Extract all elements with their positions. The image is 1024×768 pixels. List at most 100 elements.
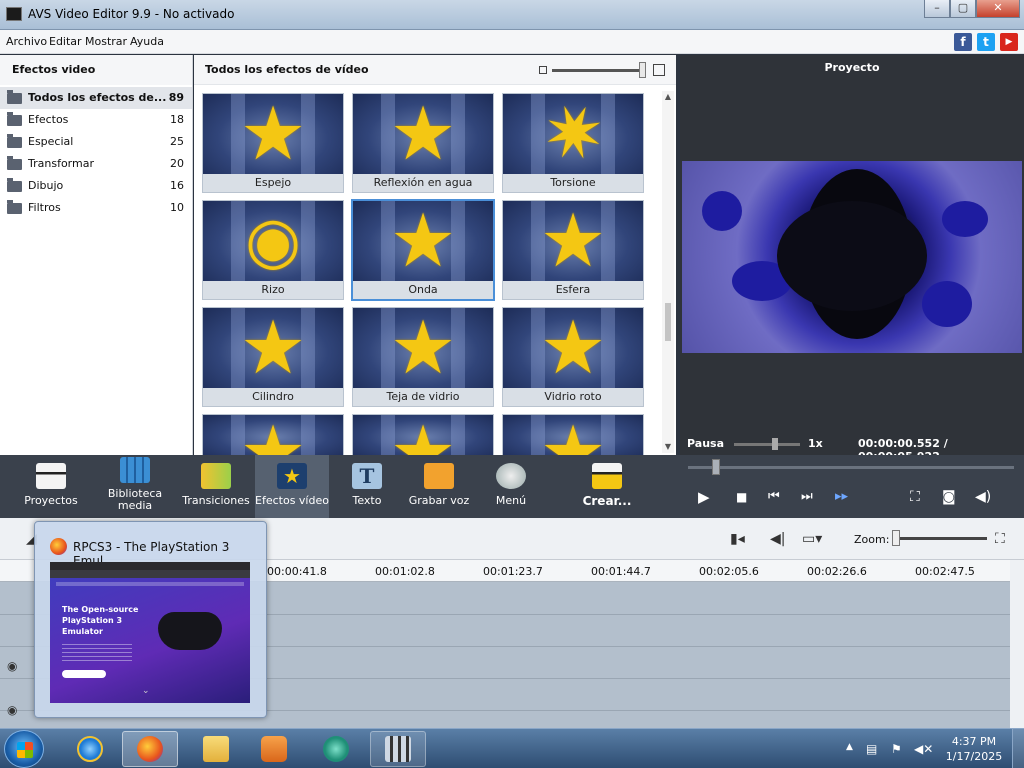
tray-expand-icon[interactable]: ▲ <box>846 742 853 752</box>
effect-thumbnail: ★ <box>353 201 493 281</box>
flag-icon[interactable]: ⚑ <box>891 742 902 756</box>
video-effects-button[interactable]: ★ Efectos vídeo <box>255 455 329 518</box>
transitions-button[interactable]: Transiciones <box>179 455 253 518</box>
menu-mostrar[interactable]: Mostrar <box>85 35 127 48</box>
preview-video[interactable] <box>682 161 1022 353</box>
category-transformar[interactable]: Transformar 20 <box>0 153 192 175</box>
youtube-icon[interactable]: ▶ <box>1000 33 1018 51</box>
effect-tile-partial[interactable]: ★ <box>502 414 644 455</box>
taskbar-ie[interactable] <box>62 731 118 767</box>
taskbar-firefox[interactable] <box>122 731 178 767</box>
maximize-button[interactable]: ▢ <box>950 0 976 18</box>
eye-icon[interactable]: ◉ <box>7 659 17 673</box>
timeline-zoom-slider[interactable] <box>893 537 987 540</box>
thumb-large-icon[interactable] <box>653 64 665 76</box>
effect-tile-espejo[interactable]: ★ Espejo <box>202 93 344 193</box>
effect-tile-onda[interactable]: ★ Onda <box>351 199 495 301</box>
category-filtros[interactable]: Filtros 10 <box>0 197 192 219</box>
projects-button[interactable]: Proyectos <box>14 455 88 518</box>
taskbar-avs[interactable] <box>370 731 426 767</box>
scroll-up-icon[interactable]: ▲ <box>662 91 674 103</box>
thumb-size-slider[interactable] <box>552 69 642 72</box>
ruler-tick: 00:02:47.5 <box>915 565 975 578</box>
record-voice-button[interactable]: Grabar voz <box>402 455 476 518</box>
category-dibujo[interactable]: Dibujo 16 <box>0 175 192 197</box>
start-button[interactable] <box>4 730 44 768</box>
thumb-small-icon[interactable] <box>539 66 547 74</box>
snapshot-icon[interactable]: ◙ <box>942 488 956 506</box>
next-frame-button[interactable]: ⏭ <box>801 488 813 506</box>
seek-bar[interactable] <box>688 466 1014 469</box>
timeline-zoom-knob[interactable] <box>892 530 900 546</box>
effect-label: Rizo <box>203 281 343 299</box>
menu-ayuda[interactable]: Ayuda <box>130 35 164 48</box>
system-clock[interactable]: 4:37 PM 1/17/2025 <box>944 734 1004 764</box>
menu-editar[interactable]: Editar <box>49 35 82 48</box>
thumb-size-slider-knob[interactable] <box>639 62 646 78</box>
split-icon[interactable]: ▸▸ <box>835 488 848 506</box>
ruler-tick: 00:01:44.7 <box>591 565 651 578</box>
stop-button[interactable]: ■ <box>736 488 747 506</box>
speed-slider[interactable] <box>734 443 800 446</box>
effect-label: Vidrio roto <box>503 388 643 406</box>
storyboard-icon[interactable]: ▮◂ <box>730 531 745 547</box>
star-icon: ★ <box>390 416 456 455</box>
category-efectos[interactable]: Efectos 18 <box>0 109 192 131</box>
network-icon[interactable]: ▤ <box>866 742 877 756</box>
effects-scrollbar[interactable]: ▲ ▼ <box>662 91 674 453</box>
minimize-button[interactable]: – <box>924 0 950 18</box>
play-button[interactable]: ▶ <box>698 488 710 506</box>
effect-label: Onda <box>353 281 493 299</box>
categories-title: Efectos video <box>0 55 192 85</box>
taskbar-media[interactable] <box>246 731 302 767</box>
show-desktop-button[interactable] <box>1012 729 1024 768</box>
eye-icon[interactable]: ◉ <box>7 703 17 717</box>
scroll-down-icon[interactable]: ▼ <box>662 441 674 453</box>
effect-tile-cilindro[interactable]: ★ Cilindro <box>202 307 344 407</box>
window-title: AVS Video Editor 9.9 - No activado <box>28 7 235 21</box>
effect-tile-esfera[interactable]: ★ Esfera <box>502 200 644 300</box>
volume-icon[interactable]: ◀) <box>975 488 991 506</box>
star-icon: ★ <box>389 201 457 281</box>
media-library-button[interactable]: Biblioteca media <box>98 455 172 518</box>
close-button[interactable]: ✕ <box>976 0 1020 18</box>
effect-tile-rizo[interactable]: ◉ Rizo <box>202 200 344 300</box>
fullscreen-icon[interactable]: ⛶ <box>910 488 920 506</box>
fit-timeline-icon[interactable]: ⛶ <box>995 531 1005 547</box>
effect-tile-teja[interactable]: ★ Teja de vidrio <box>352 307 494 407</box>
previous-frame-button[interactable]: ⏮ <box>768 488 780 506</box>
volume-muted-icon[interactable]: ◀✕ <box>914 742 933 756</box>
window-preview[interactable]: The Open-source PlayStation 3 Emulator ⌄ <box>50 562 250 703</box>
scrollbar-thumb[interactable] <box>665 303 671 341</box>
folder-icon <box>7 90 22 104</box>
effect-tile-reflexion[interactable]: ★ Reflexión en agua <box>352 93 494 193</box>
audio-mixer-icon[interactable]: ◀| <box>770 531 785 547</box>
effect-tile-vidrio-roto[interactable]: ★ Vidrio roto <box>502 307 644 407</box>
twitter-icon[interactable]: t <box>977 33 995 51</box>
preview-title: Proyecto <box>824 61 880 74</box>
facebook-icon[interactable]: f <box>954 33 972 51</box>
speed-slider-knob[interactable] <box>772 438 778 450</box>
category-especial[interactable]: Especial 25 <box>0 131 192 153</box>
category-count: 89 <box>168 91 184 104</box>
star-icon: ★ <box>539 201 607 281</box>
taskbar-thumbnail-popup[interactable]: RPCS3 - The PlayStation 3 Emul... The Op… <box>34 521 267 718</box>
timeline-scrollbar[interactable] <box>1010 560 1024 728</box>
effect-tile-partial[interactable]: ★ <box>352 414 494 455</box>
taskbar-explorer[interactable] <box>188 731 244 767</box>
effect-tile-torsione[interactable]: ✷ Torsione <box>502 93 644 193</box>
aspect-ratio-icon[interactable]: ▭▾ <box>802 531 822 547</box>
text-button[interactable]: T Texto <box>330 455 404 518</box>
clock-time: 4:37 PM <box>951 735 997 748</box>
folder-icon <box>7 200 22 214</box>
browser-addressbar <box>50 570 250 578</box>
taskbar-app[interactable] <box>308 731 364 767</box>
seek-knob[interactable] <box>712 459 720 475</box>
menu-button[interactable]: Menú <box>474 455 548 518</box>
create-button[interactable]: Crear... <box>570 455 644 518</box>
effect-tile-partial[interactable]: ★ <box>202 414 344 455</box>
menu-bar: Archivo Editar Mostrar Ayuda f t ▶ <box>0 30 1024 54</box>
category-all[interactable]: Todos los efectos de... 89 <box>0 87 192 109</box>
star-icon: ★ <box>389 94 457 174</box>
menu-archivo[interactable]: Archivo <box>6 35 47 48</box>
